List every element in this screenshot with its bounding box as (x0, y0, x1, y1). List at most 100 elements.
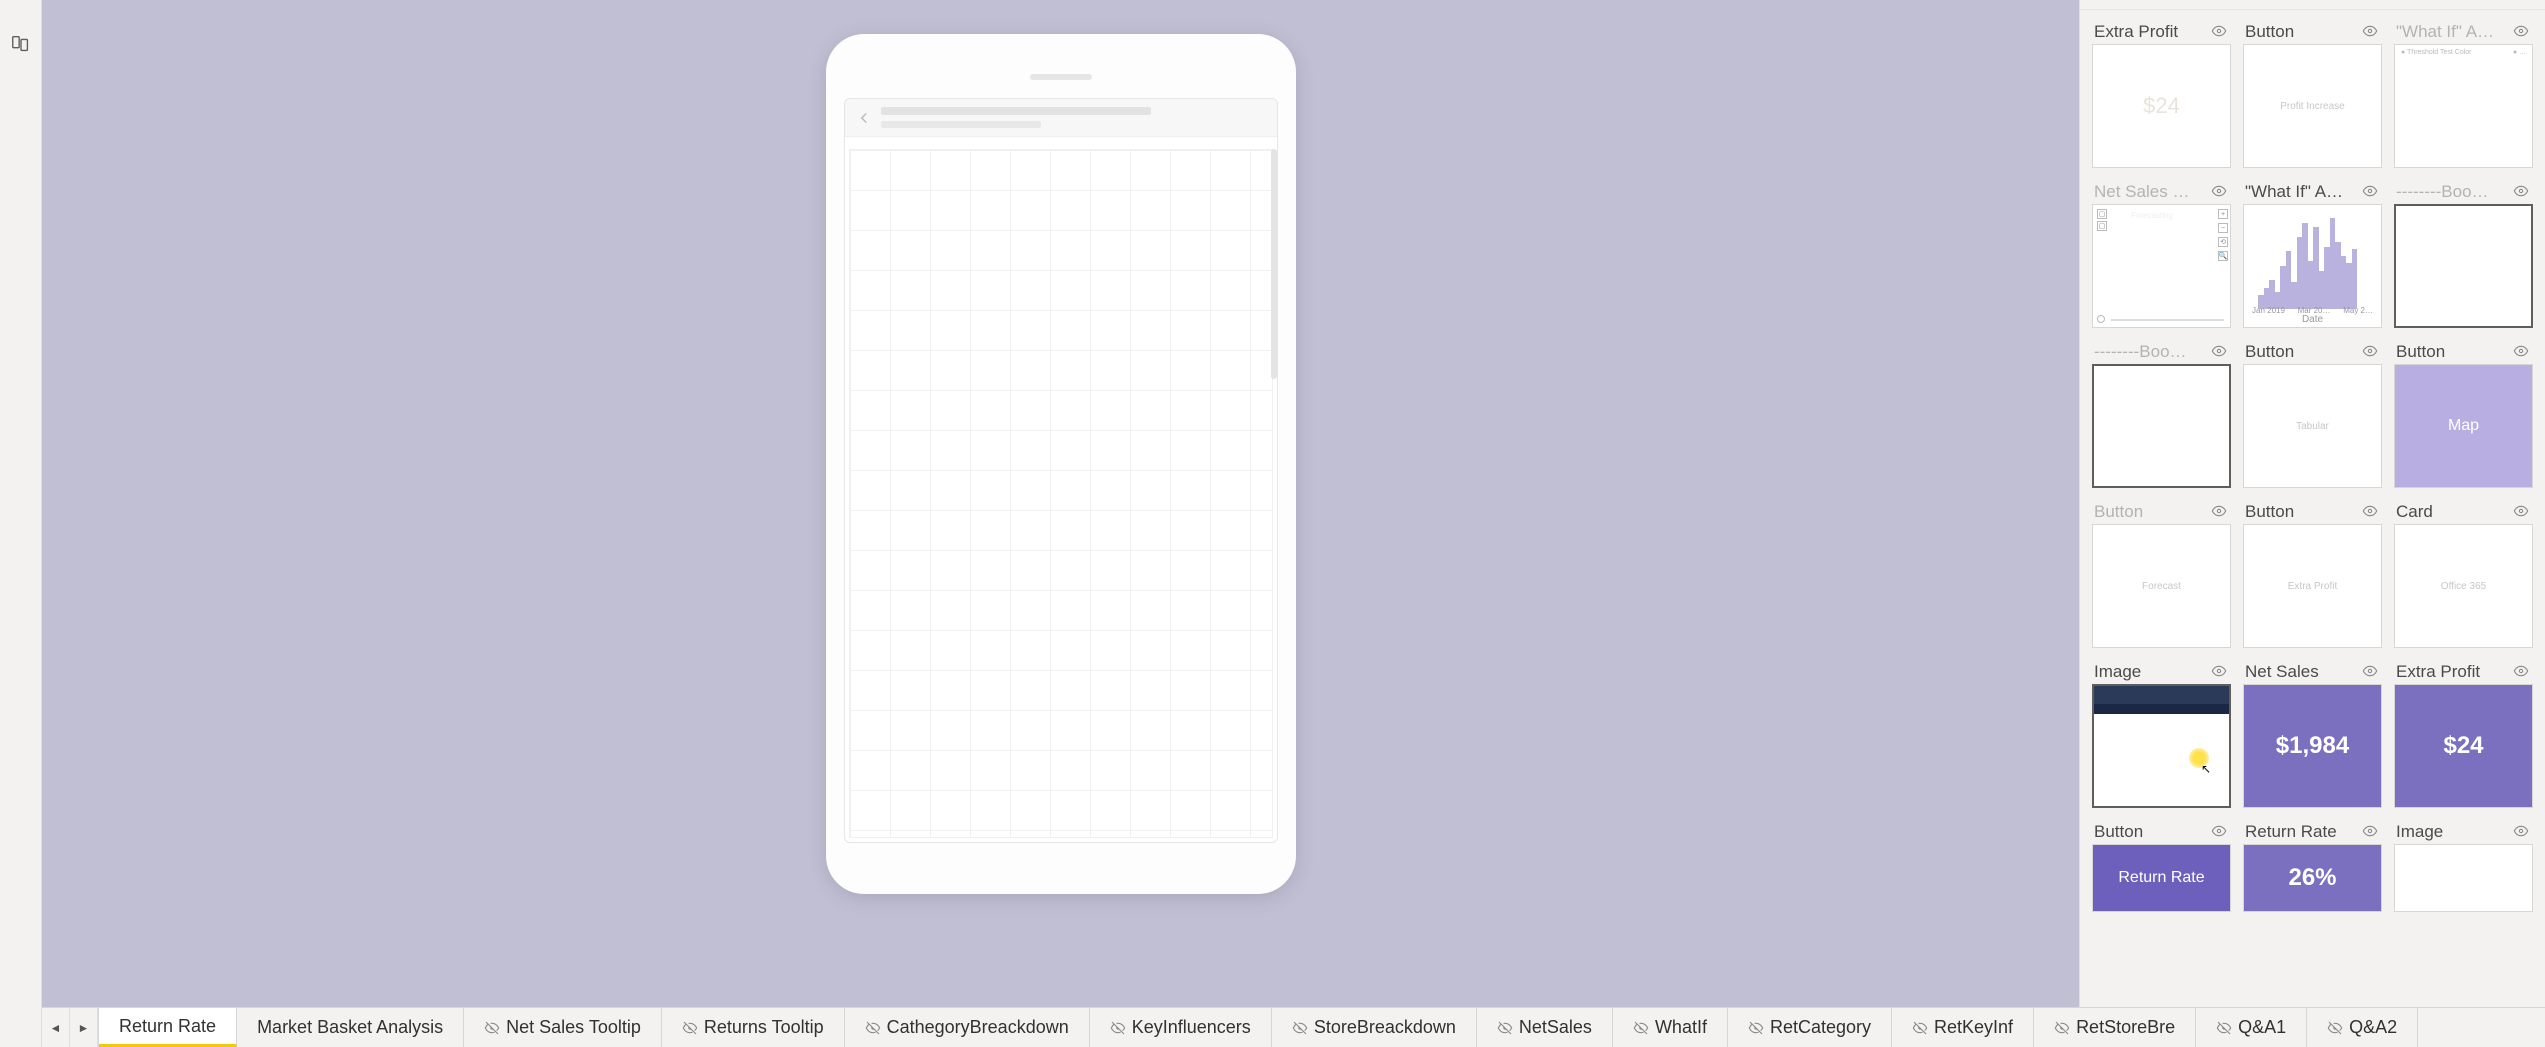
visibility-icon[interactable] (2513, 23, 2531, 41)
visual-title-row: Return Rate (2243, 820, 2382, 844)
visual-cell[interactable]: --------Bookmark… (2092, 340, 2231, 488)
sheet-tab-label: WhatIf (1655, 1017, 1707, 1038)
phone-layout-grid[interactable] (849, 149, 1273, 838)
visibility-icon[interactable] (2211, 23, 2229, 41)
sheet-tab-label: Q&A2 (2349, 1017, 2397, 1038)
visual-cell[interactable]: Extra Profit$24 (2394, 660, 2533, 808)
visibility-icon[interactable] (2362, 183, 2380, 201)
visual-thumbnail[interactable]: Forecast (2092, 524, 2231, 648)
visual-title-row: Card (2394, 500, 2533, 524)
visualizations-panel[interactable]: Extra Profit$24ButtonProfit Increase"Wha… (2079, 0, 2545, 1007)
visual-thumbnail[interactable]: Extra Profit (2243, 524, 2382, 648)
visual-cell[interactable]: ButtonForecast (2092, 500, 2231, 648)
thumb-value: Forecast (2142, 581, 2181, 592)
mobile-layout-icon[interactable] (7, 30, 35, 58)
visual-cell[interactable]: --------Bookmark… (2394, 180, 2533, 328)
visual-title: Button (2094, 822, 2143, 842)
tab-next-button[interactable]: ► (70, 1008, 98, 1047)
visual-thumbnail[interactable]: Profit Increase (2243, 44, 2382, 168)
sheet-tab[interactable]: NetSales (1477, 1008, 1613, 1047)
sheet-tab[interactable]: CathegoryBreackdown (845, 1008, 1090, 1047)
phone-title-placeholder (881, 107, 1267, 128)
mobile-canvas (42, 0, 2079, 1007)
sheet-tab[interactable]: Market Basket Analysis (237, 1008, 464, 1047)
sheet-tab-label: RetStoreBre (2076, 1017, 2175, 1038)
visibility-icon[interactable] (2362, 343, 2380, 361)
visual-title: Extra Profit (2094, 22, 2178, 42)
visual-cell[interactable]: Return Rate26% (2243, 820, 2382, 912)
visual-cell[interactable]: "What If" Analysi…Jan 2019Mar 20…May 2…D… (2243, 180, 2382, 328)
visual-cell[interactable]: Card Office 365 (2394, 500, 2533, 648)
visual-cell[interactable]: Image (2394, 820, 2533, 912)
visual-thumbnail[interactable]: ● Threshold Test Color● … (2394, 44, 2533, 168)
visual-title: Button (2396, 342, 2445, 362)
sheet-tab[interactable]: Net Sales Tooltip (464, 1008, 662, 1047)
sheet-tab[interactable]: WhatIf (1613, 1008, 1728, 1047)
visual-title-row: Net Sales (Forec… (2092, 180, 2231, 204)
visibility-icon[interactable] (2513, 663, 2531, 681)
visual-thumbnail[interactable]: $24 (2092, 44, 2231, 168)
sheet-tab[interactable]: RetCategory (1728, 1008, 1892, 1047)
visual-cell[interactable]: Net Sales (Forec…▢▢+−⟲🔍Forecasting (2092, 180, 2231, 328)
visual-cell[interactable]: ButtonTabular (2243, 340, 2382, 488)
visual-thumbnail[interactable]: ↖ (2092, 684, 2231, 808)
visibility-icon[interactable] (2513, 503, 2531, 521)
visibility-icon[interactable] (2211, 503, 2229, 521)
visual-thumbnail[interactable]: 26% (2243, 844, 2382, 912)
visual-thumbnail[interactable]: Tabular (2243, 364, 2382, 488)
phone-screen[interactable] (844, 98, 1278, 843)
thumb-value: Map (2448, 417, 2479, 435)
visibility-icon[interactable] (2211, 823, 2229, 841)
visual-thumbnail[interactable]: Map (2394, 364, 2533, 488)
thumb-value: Office 365 (2441, 581, 2486, 592)
sheet-tab[interactable]: KeyInfluencers (1090, 1008, 1272, 1047)
visibility-icon[interactable] (2513, 343, 2531, 361)
sheet-tab[interactable]: Returns Tooltip (662, 1008, 845, 1047)
visual-thumbnail[interactable]: ▢▢+−⟲🔍Forecasting (2092, 204, 2231, 328)
visual-cell[interactable]: ButtonProfit Increase (2243, 20, 2382, 168)
visual-cell[interactable]: Net Sales$1,984 (2243, 660, 2382, 808)
visual-thumbnail[interactable]: Return Rate (2092, 844, 2231, 912)
visibility-icon[interactable] (2211, 183, 2229, 201)
visual-cell[interactable]: Button Map (2394, 340, 2533, 488)
visibility-icon[interactable] (2362, 503, 2380, 521)
visibility-icon[interactable] (2513, 183, 2531, 201)
visibility-icon[interactable] (2362, 23, 2380, 41)
sheet-tab-label: Net Sales Tooltip (506, 1017, 641, 1038)
back-icon[interactable] (855, 109, 873, 127)
sheet-tab-label: Return Rate (119, 1016, 216, 1037)
visual-title: Card (2396, 502, 2433, 522)
visual-thumbnail[interactable]: Jan 2019Mar 20…May 2…Date (2243, 204, 2382, 328)
sheet-tab-label: CathegoryBreackdown (887, 1017, 1069, 1038)
tab-prev-button[interactable]: ◄ (42, 1008, 70, 1047)
visual-cell[interactable]: ButtonReturn Rate (2092, 820, 2231, 912)
visual-cell[interactable]: ButtonExtra Profit (2243, 500, 2382, 648)
phone-scrollbar[interactable] (1271, 149, 1277, 379)
hidden-icon (1497, 1020, 1513, 1036)
visual-thumbnail[interactable] (2394, 844, 2533, 912)
sheet-tab[interactable]: StoreBreackdown (1272, 1008, 1477, 1047)
visibility-icon[interactable] (2211, 343, 2229, 361)
visual-cell[interactable]: Extra Profit$24 (2092, 20, 2231, 168)
visibility-icon[interactable] (2362, 663, 2380, 681)
hidden-icon (1748, 1020, 1764, 1036)
visual-thumbnail[interactable] (2092, 364, 2231, 488)
visual-title: "What If" Analysi… (2396, 22, 2496, 42)
visual-thumbnail[interactable]: Office 365 (2394, 524, 2533, 648)
sheet-tab[interactable]: Q&A1 (2196, 1008, 2307, 1047)
sheet-tab[interactable]: Q&A2 (2307, 1008, 2418, 1047)
visual-thumbnail[interactable] (2394, 204, 2533, 328)
visibility-icon[interactable] (2513, 823, 2531, 841)
sheet-tab[interactable]: RetStoreBre (2034, 1008, 2196, 1047)
visibility-icon[interactable] (2362, 823, 2380, 841)
sheet-tab[interactable]: Return Rate (99, 1008, 237, 1047)
visual-cell[interactable]: "What If" Analysi…● Threshold Test Color… (2394, 20, 2533, 168)
sheet-tab[interactable]: RetKeyInf (1892, 1008, 2034, 1047)
visual-thumbnail[interactable]: $1,984 (2243, 684, 2382, 808)
visibility-icon[interactable] (2211, 663, 2229, 681)
visual-thumbnail[interactable]: $24 (2394, 684, 2533, 808)
visual-title: "What If" Analysi… (2245, 182, 2345, 202)
visual-cell[interactable]: Image↖ (2092, 660, 2231, 808)
visual-title-row: Image (2394, 820, 2533, 844)
thumb-value: $24 (2443, 732, 2483, 760)
